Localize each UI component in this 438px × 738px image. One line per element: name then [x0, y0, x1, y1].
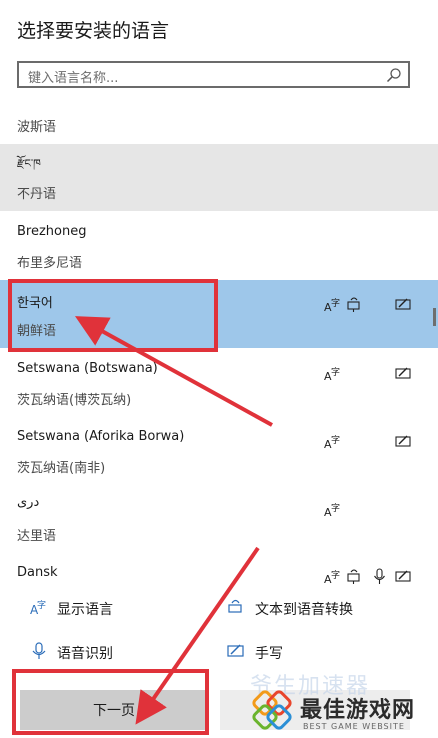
legend-text-to-speech: 文本到语音转换 — [255, 602, 353, 618]
language-item-dzongkha[interactable]: རྫོང་ཁ 不丹语 — [0, 144, 438, 211]
search-input[interactable]: 键入语言名称... — [17, 61, 410, 88]
language-subtitle: 达里语 — [17, 529, 57, 544]
display-language-icon: A字 — [324, 501, 341, 518]
text-to-speech-icon — [346, 568, 363, 585]
display-language-icon: A字 — [30, 598, 48, 616]
svg-text:字: 字 — [331, 434, 340, 446]
watermark-logo-icon — [250, 688, 294, 732]
watermark-subtext: BEST GAME WEBSITE — [303, 722, 405, 731]
language-item-danish[interactable]: Dansk A字 — [0, 553, 430, 586]
search-icon[interactable] — [386, 67, 402, 83]
display-language-icon: A字 — [324, 433, 341, 450]
page-title: 选择要安装的语言 — [17, 20, 170, 42]
language-subtitle: 波斯语 — [17, 120, 57, 135]
svg-text:字: 字 — [331, 502, 340, 514]
language-subtitle: 不丹语 — [17, 187, 57, 202]
handwriting-icon — [395, 296, 412, 313]
language-name: 한국어 — [17, 296, 53, 311]
language-subtitle: 茨瓦纳语(南非) — [17, 461, 106, 476]
language-name: دری — [17, 495, 40, 510]
language-item-setswana-south-africa[interactable]: Setswana (Aforika Borwa) 茨瓦纳语(南非) A字 — [0, 417, 430, 484]
next-button[interactable]: 下一页 — [20, 690, 208, 730]
language-name: Setswana (Aforika Borwa) — [17, 429, 185, 444]
watermark-text: 最佳游戏网 — [300, 698, 416, 723]
text-to-speech-icon — [346, 296, 363, 313]
language-subtitle: 布里多尼语 — [17, 256, 83, 271]
language-subtitle: 茨瓦纳语(博茨瓦纳) — [17, 393, 132, 408]
handwriting-icon — [395, 433, 412, 450]
legend-handwriting: 手写 — [255, 646, 283, 662]
svg-text:字: 字 — [331, 569, 340, 581]
legend-speech-recognition: 语音识别 — [57, 646, 113, 662]
language-name: Dansk — [17, 565, 58, 580]
language-name: Setswana (Botswana) — [17, 361, 158, 376]
speech-recognition-icon — [371, 568, 388, 585]
search-placeholder: 键入语言名称... — [28, 71, 119, 86]
legend-display-language: 显示语言 — [57, 602, 113, 618]
display-language-icon: A字 — [324, 568, 341, 585]
svg-text:字: 字 — [331, 297, 340, 309]
handwriting-icon — [395, 365, 412, 382]
language-item-setswana-botswana[interactable]: Setswana (Botswana) 茨瓦纳语(博茨瓦纳) A字 — [0, 349, 430, 416]
svg-text:字: 字 — [37, 599, 46, 611]
language-name: རྫོང་ཁ — [17, 157, 41, 170]
text-to-speech-icon — [227, 598, 245, 616]
handwriting-icon — [227, 642, 245, 660]
language-subtitle: 朝鲜语 — [17, 324, 57, 339]
language-item-persian[interactable]: 波斯语 — [0, 108, 430, 142]
language-item-dari[interactable]: دری 达里语 A字 — [0, 485, 430, 552]
handwriting-icon — [395, 568, 412, 585]
display-language-icon: A字 — [324, 365, 341, 382]
display-language-icon: A字 — [324, 296, 341, 313]
language-item-breton[interactable]: Brezhoneg 布里多尼语 — [0, 212, 430, 279]
speech-recognition-icon — [30, 642, 48, 660]
svg-text:字: 字 — [331, 366, 340, 378]
language-item-korean[interactable]: 한국어 朝鲜语 A字 — [0, 280, 438, 348]
language-list[interactable]: 波斯语 རྫོང་ཁ 不丹语 Brezhoneg 布里多尼语 한국어 朝鲜语 A… — [0, 108, 438, 586]
language-name: Brezhoneg — [17, 224, 87, 239]
scrollbar-thumb[interactable] — [433, 308, 436, 326]
